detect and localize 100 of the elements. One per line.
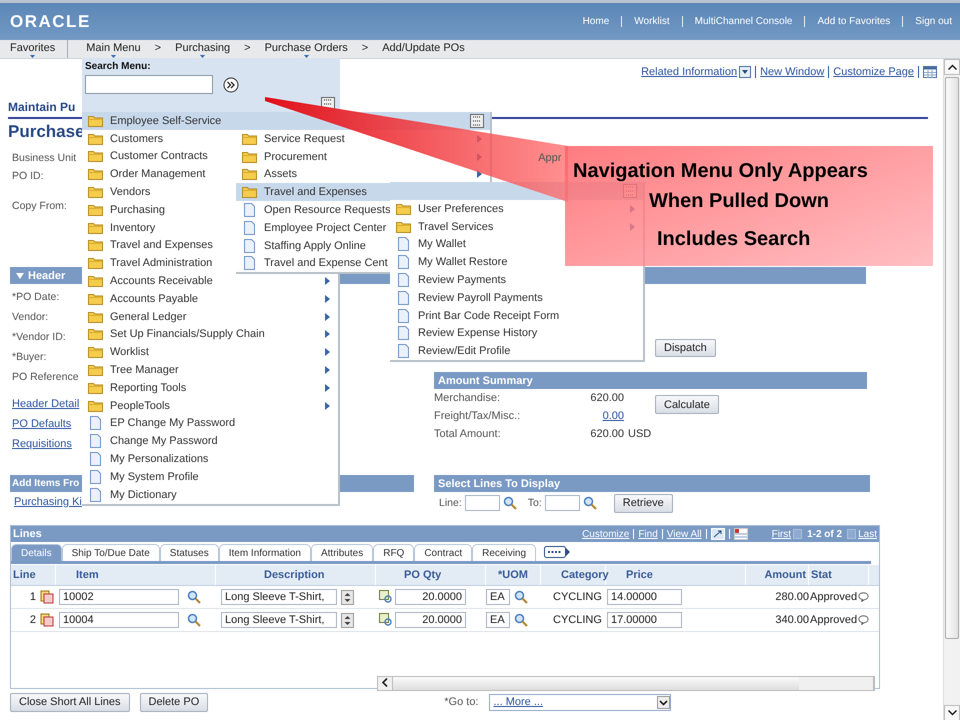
grid-tab[interactable]: Item Information bbox=[218, 544, 311, 561]
page-link[interactable]: Purchasing Ki bbox=[14, 496, 82, 508]
menu-item[interactable]: Print Bar Code Receipt Form bbox=[390, 306, 643, 325]
grid-tab[interactable]: Receiving bbox=[472, 544, 536, 561]
description-field[interactable]: Long Sleeve T-Shirt, bbox=[221, 589, 337, 605]
menu-item[interactable]: Reporting Tools bbox=[82, 378, 338, 397]
line-to-field[interactable] bbox=[544, 495, 580, 511]
breadcrumb-item[interactable]: Main Menu bbox=[82, 40, 145, 58]
menu-item[interactable]: EP Change My Password bbox=[82, 414, 338, 432]
item-field[interactable]: 10002 bbox=[59, 589, 179, 605]
quantity-field[interactable]: 20.0000 bbox=[395, 612, 466, 628]
retrieve-button[interactable]: Retrieve bbox=[614, 494, 673, 512]
scroll-down-icon[interactable] bbox=[948, 710, 956, 716]
spin-icon[interactable] bbox=[341, 590, 354, 604]
comment-icon[interactable] bbox=[858, 614, 869, 626]
calculate-button[interactable]: Calculate bbox=[655, 395, 719, 414]
sort-icon[interactable] bbox=[470, 114, 484, 128]
search-icon[interactable] bbox=[582, 496, 597, 510]
search-field[interactable] bbox=[85, 75, 213, 94]
menu-item[interactable]: Change My Password bbox=[82, 432, 338, 450]
folder-icon bbox=[88, 346, 103, 358]
favorites-menu[interactable]: Favorites bbox=[6, 40, 68, 58]
menu-item[interactable]: My Dictionary bbox=[82, 486, 338, 504]
field-label: *PO Date: bbox=[12, 291, 60, 303]
action-button[interactable]: Close Short All Lines bbox=[10, 692, 130, 712]
grid-tab[interactable]: Contract bbox=[414, 544, 472, 561]
menu-item[interactable]: Assets bbox=[236, 166, 490, 184]
menu-item[interactable]: Review/Edit Profile bbox=[390, 342, 643, 360]
menu-item[interactable]: My Wallet Restore bbox=[390, 253, 643, 272]
breadcrumb-item[interactable]: Purchase Orders bbox=[260, 40, 352, 58]
breadcrumb-item[interactable]: Add/Update POs bbox=[378, 40, 469, 58]
search-icon[interactable] bbox=[502, 496, 517, 510]
price-field[interactable]: 17.00000 bbox=[607, 612, 682, 628]
go-to-dropdown[interactable]: ... More ... bbox=[488, 694, 670, 710]
search-icon[interactable] bbox=[514, 590, 528, 604]
menu-item[interactable]: Accounts Payable bbox=[82, 290, 338, 308]
page-link[interactable]: New Window bbox=[760, 66, 824, 78]
vertical-scrollbar[interactable] bbox=[943, 59, 960, 720]
menu-item[interactable]: My Personalizations bbox=[82, 450, 338, 468]
line-from-field[interactable] bbox=[464, 495, 500, 511]
breadcrumb-separator: > bbox=[154, 41, 162, 54]
quantity-field[interactable]: 20.0000 bbox=[395, 589, 466, 605]
page-link[interactable]: Customize Page bbox=[833, 66, 914, 78]
item-field[interactable]: 10004 bbox=[59, 612, 179, 628]
menu-item[interactable]: Worklist bbox=[82, 343, 338, 362]
lookup-icon[interactable] bbox=[379, 613, 393, 627]
price-field[interactable]: 14.00000 bbox=[607, 589, 682, 605]
menu-item[interactable]: Tree Manager bbox=[82, 361, 338, 379]
spin-icon[interactable] bbox=[341, 612, 354, 628]
page-link[interactable]: Requisitions bbox=[12, 438, 72, 450]
go-icon[interactable] bbox=[223, 76, 239, 92]
page-link[interactable]: Header Detail bbox=[12, 398, 80, 410]
amount-link[interactable]: 0.00 bbox=[584, 410, 624, 422]
grid-tab[interactable]: Ship To/Due Date bbox=[62, 544, 160, 561]
folder-icon bbox=[88, 328, 103, 340]
zoom-icon[interactable] bbox=[710, 528, 725, 540]
unit-field[interactable]: EA bbox=[486, 612, 510, 628]
scroll-left-icon[interactable] bbox=[382, 678, 388, 687]
category-cell: CYCLING bbox=[553, 591, 602, 603]
grid-tab[interactable]: Statuses bbox=[160, 544, 219, 561]
folder-icon bbox=[88, 186, 103, 198]
scroll-up-icon[interactable] bbox=[948, 64, 956, 70]
menu-item[interactable]: Set Up Financials/Supply Chain bbox=[82, 326, 338, 344]
folder-icon bbox=[88, 239, 103, 252]
menu-item[interactable]: Review Payroll Payments bbox=[390, 288, 643, 307]
menu-item[interactable]: My System Profile bbox=[82, 468, 338, 486]
page-link[interactable]: Related Information bbox=[641, 66, 738, 78]
document-icon[interactable] bbox=[40, 613, 54, 627]
field-label: To: bbox=[528, 497, 542, 509]
grid-icon[interactable] bbox=[923, 66, 938, 78]
collapse-icon[interactable] bbox=[16, 272, 24, 278]
grid-tab[interactable]: Attributes bbox=[310, 544, 374, 561]
page-link[interactable]: PO Defaults bbox=[12, 418, 72, 430]
breadcrumb-item[interactable]: Purchasing bbox=[171, 40, 234, 58]
page-icon bbox=[88, 452, 103, 466]
description-field[interactable]: Long Sleeve T-Shirt, bbox=[221, 612, 337, 628]
document-icon[interactable] bbox=[40, 590, 54, 604]
menu-item[interactable]: Review Payments bbox=[390, 271, 643, 289]
menu-item[interactable]: Review Expense History bbox=[390, 324, 643, 342]
grid-tab[interactable]: RFQ bbox=[373, 544, 414, 561]
dispatch-button[interactable]: Dispatch bbox=[655, 339, 716, 357]
search-icon[interactable] bbox=[187, 613, 201, 627]
search-icon[interactable] bbox=[187, 590, 201, 604]
dropdown-icon[interactable] bbox=[739, 66, 752, 78]
menu-item[interactable]: My Wallet bbox=[390, 236, 643, 254]
search-icon[interactable] bbox=[514, 613, 528, 627]
caret-icon[interactable] bbox=[656, 696, 670, 708]
action-button[interactable]: Delete PO bbox=[140, 692, 208, 712]
unit-field[interactable]: EA bbox=[486, 589, 510, 605]
show-all-columns-icon[interactable] bbox=[544, 545, 570, 559]
menu-item[interactable]: Accounts Receivable bbox=[82, 272, 338, 290]
lookup-icon[interactable] bbox=[379, 590, 393, 604]
comment-icon[interactable] bbox=[858, 591, 869, 603]
spreadsheet-icon[interactable] bbox=[734, 528, 748, 540]
horizontal-scrollbar[interactable] bbox=[377, 676, 875, 691]
menu-item[interactable]: PeopleTools bbox=[82, 396, 338, 415]
status-cell: Approved bbox=[810, 591, 858, 603]
page-breadcrumb: Maintain Pu bbox=[8, 100, 76, 114]
page-icon bbox=[242, 220, 257, 235]
menu-item[interactable]: General Ledger bbox=[82, 308, 338, 326]
